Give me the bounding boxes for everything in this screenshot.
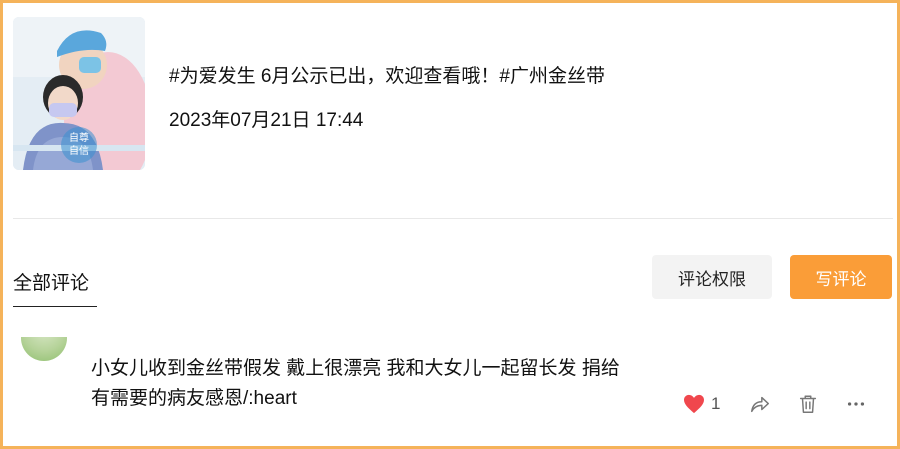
comment-text: 小女儿收到金丝带假发 戴上很漂亮 我和大女儿一起留长发 捐给有需要的病友感恩/:… xyxy=(91,358,620,409)
section-divider xyxy=(13,218,893,219)
more-button[interactable] xyxy=(845,391,867,417)
like-button[interactable]: 1 xyxy=(683,391,720,417)
write-comment-button[interactable]: 写评论 xyxy=(790,255,892,299)
tab-all-comments[interactable]: 全部评论 xyxy=(13,268,89,295)
more-icon xyxy=(847,402,865,406)
share-icon xyxy=(751,396,769,413)
post-title[interactable]: #为爱发生 6月公示已出，欢迎查看哦！#广州金丝带 xyxy=(169,61,605,88)
heart-icon xyxy=(684,394,704,414)
comment-permissions-button[interactable]: 评论权限 xyxy=(652,255,772,299)
share-button[interactable] xyxy=(749,391,771,417)
like-count: 1 xyxy=(711,394,721,413)
post-thumbnail[interactable]: 自尊 自信 xyxy=(13,17,145,170)
hospital-photo-image: 自尊 自信 xyxy=(13,17,145,170)
post-timestamp: 2023年07月21日 17:44 xyxy=(169,110,364,131)
delete-button[interactable] xyxy=(797,391,819,417)
avatar-image xyxy=(21,337,67,361)
avatar[interactable] xyxy=(21,337,67,361)
trash-icon xyxy=(799,395,817,413)
tab-active-underline xyxy=(13,306,97,307)
thumbnail-badge-line2: 自信 xyxy=(69,144,89,157)
thumbnail-badge-line1: 自尊 xyxy=(69,131,89,144)
post-card: 自尊 自信 #为爱发生 6月公示已出，欢迎查看哦！#广州金丝带 2023年07月… xyxy=(0,0,900,449)
